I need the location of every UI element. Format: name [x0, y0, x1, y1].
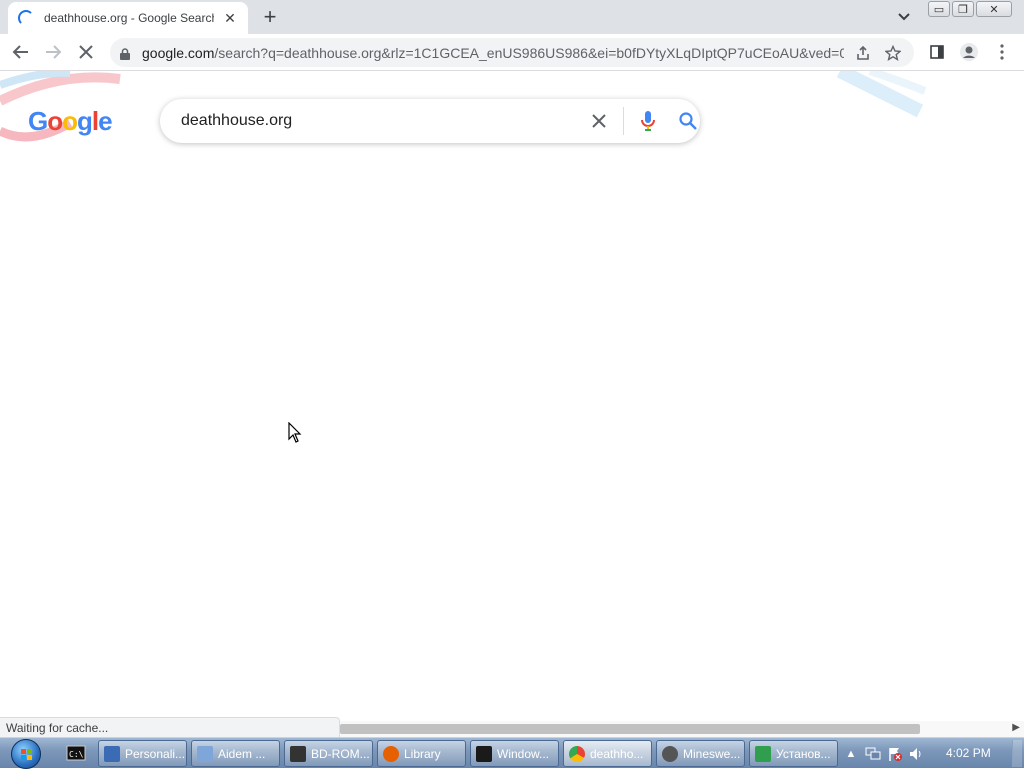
microphone-icon[interactable] [636, 109, 660, 133]
taskbar-item[interactable]: Mineswe... [656, 740, 745, 767]
system-tray: ▲ [843, 738, 925, 769]
volume-speaker-icon[interactable] [909, 746, 925, 762]
search-box[interactable]: deathhouse.org [160, 99, 700, 143]
tab-search-chevron-icon[interactable] [893, 8, 915, 26]
google-doodle-logo[interactable]: Google [28, 106, 113, 137]
logo-letter: g [77, 106, 93, 136]
new-tab-button[interactable]: + [258, 4, 282, 29]
search-divider [623, 107, 624, 135]
status-bubble: Waiting for cache... [0, 717, 340, 737]
taskbar-item-label: Mineswe... [683, 746, 741, 761]
stop-loading-icon[interactable] [74, 40, 98, 64]
bdrom-icon [290, 745, 306, 762]
clear-search-icon[interactable] [587, 109, 611, 133]
logo-letter: e [98, 106, 113, 136]
logo-letter: o [62, 106, 78, 136]
url-path: /search?q=deathhouse.org&rlz=1C1GCEA_enU… [214, 44, 844, 61]
search-magnifier-icon[interactable] [676, 109, 700, 133]
taskbar-item-label: Library [404, 746, 441, 761]
back-arrow-icon[interactable] [9, 40, 33, 64]
taskbar-item-label: Установ... [776, 746, 831, 761]
minesweeper-icon [662, 745, 678, 762]
profile-avatar-icon[interactable] [957, 40, 981, 64]
bookmark-star-icon[interactable] [882, 42, 904, 64]
window-close-button[interactable]: ✕ [976, 1, 1012, 17]
taskbar-item-label: Personali... [125, 746, 186, 761]
logo-letter: o [47, 106, 63, 136]
taskbar-item[interactable]: Aidem ... [191, 740, 280, 767]
windows-logo-icon [11, 738, 41, 769]
installer-icon [755, 745, 771, 762]
taskbar-clock[interactable]: 4:02 PM [946, 746, 991, 760]
cmd-icon [476, 745, 492, 762]
taskbar-item[interactable]: BD-ROM... [284, 740, 373, 767]
url-text[interactable]: google.com/search?q=deathhouse.org&rlz=1… [142, 45, 844, 61]
tab-title: deathhouse.org - Google Search [44, 11, 214, 25]
taskbar-item[interactable]: Установ... [749, 740, 838, 767]
tab-active[interactable]: deathhouse.org - Google Search ✕ [8, 2, 248, 34]
window-controls: ▭ ❐ ✕ [928, 1, 1012, 17]
taskbar-item-label: Window... [497, 746, 550, 761]
minimize-button[interactable]: ▭ [928, 1, 950, 17]
show-desktop-button[interactable] [1012, 740, 1022, 767]
lock-icon[interactable] [120, 47, 130, 60]
url-host: google.com [142, 44, 215, 61]
taskbar-item[interactable]: Personali... [98, 740, 187, 767]
scroll-right-arrow-icon[interactable]: ▶ [1012, 722, 1020, 733]
scrollbar-thumb[interactable] [340, 724, 920, 734]
personalize-icon [104, 745, 120, 762]
taskbar-item-label: BD-ROM... [311, 746, 370, 761]
windows-taskbar: C:\ Personali... Aidem ... BD-ROM... Lib… [0, 737, 1024, 769]
action-center-flag-icon[interactable] [887, 746, 903, 762]
share-icon[interactable] [852, 42, 874, 64]
forward-arrow-icon[interactable] [41, 40, 65, 64]
logo-letter: G [28, 106, 48, 136]
search-input[interactable]: deathhouse.org [181, 112, 587, 130]
start-button[interactable] [6, 738, 46, 769]
tab-strip: deathhouse.org - Google Search ✕ + ▭ ❐ ✕ [0, 0, 1024, 34]
browser-toolbar: google.com/search?q=deathhouse.org&rlz=1… [0, 34, 1024, 71]
taskbar-item-label: deathho... [590, 746, 644, 761]
restore-button[interactable]: ❐ [952, 1, 974, 17]
taskbar-item[interactable]: Window... [470, 740, 559, 767]
mouse-cursor-icon [288, 422, 302, 443]
menu-kebab-icon[interactable] [990, 40, 1014, 64]
taskbar-item-label: Aidem ... [218, 746, 266, 761]
page-content: Google deathhouse.org [0, 71, 1024, 717]
tab-close-icon[interactable]: ✕ [222, 10, 238, 26]
cmd-quicklaunch-icon[interactable]: C:\ [66, 744, 86, 762]
show-hidden-icons-icon[interactable]: ▲ [843, 746, 859, 762]
network-icon[interactable] [865, 746, 881, 762]
taskbar-item-active[interactable]: deathho... [563, 740, 652, 767]
taskbar-item[interactable]: Library [377, 740, 466, 767]
firefox-icon [383, 745, 399, 762]
chrome-icon [569, 745, 585, 762]
address-bar[interactable]: google.com/search?q=deathhouse.org&rlz=1… [110, 38, 914, 67]
horizontal-scrollbar[interactable]: ▶ [340, 721, 1024, 737]
svg-text:C:\: C:\ [69, 750, 84, 759]
side-panel-icon[interactable] [925, 40, 949, 64]
loading-spinner-icon [18, 10, 34, 26]
aidem-icon [197, 745, 213, 762]
